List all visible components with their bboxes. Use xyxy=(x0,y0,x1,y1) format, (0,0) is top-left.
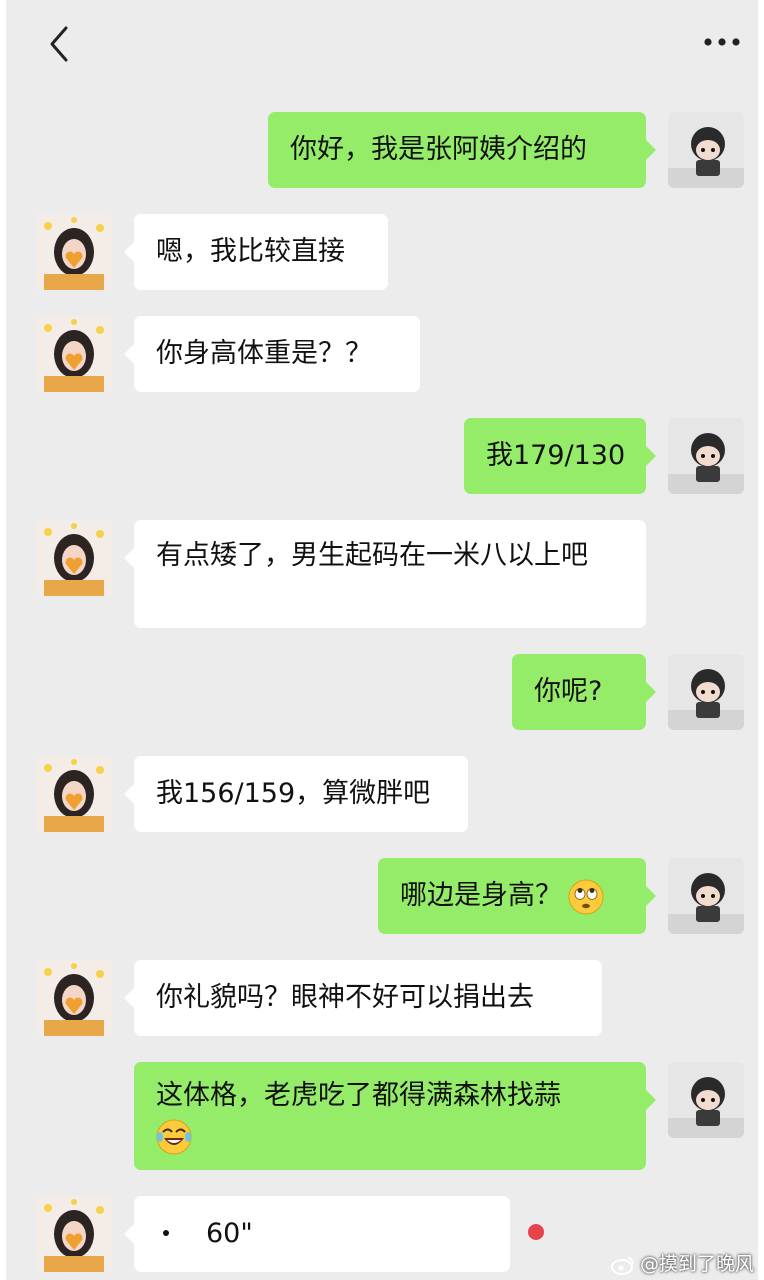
eye-roll-emoji-icon xyxy=(568,879,604,915)
voice-message[interactable]: 60" xyxy=(124,1196,510,1272)
outgoing-message[interactable]: 我179/130 xyxy=(464,418,656,494)
incoming-message[interactable]: 嗯，我比较直接 xyxy=(124,214,388,290)
my-avatar[interactable] xyxy=(668,858,744,934)
voice-wave-icon xyxy=(156,1215,206,1255)
message-text: 哪边是身高？ xyxy=(400,880,562,911)
incoming-message[interactable]: 你礼貌吗？眼神不好可以捐出去 xyxy=(124,960,602,1036)
outgoing-message[interactable]: 你呢? xyxy=(512,654,656,730)
my-avatar[interactable] xyxy=(668,654,744,730)
outgoing-message[interactable]: 你好，我是张阿姨介绍的 xyxy=(268,112,656,188)
contact-avatar[interactable] xyxy=(36,214,112,290)
incoming-message[interactable]: 有点矮了，男生起码在一米八以上吧 xyxy=(124,520,646,628)
weibo-logo-icon xyxy=(610,1255,636,1275)
my-avatar[interactable] xyxy=(668,1062,744,1138)
message-text: 这体格，老虎吃了都得满森林找蒜 xyxy=(156,1080,561,1111)
incoming-message[interactable]: 我156/159，算微胖吧 xyxy=(124,756,468,832)
chat-screen: 你好，我是张阿姨介绍的 嗯，我比较直接 你身高体重是？？ 我179/130 有点… xyxy=(6,0,758,1280)
more-options-icon[interactable] xyxy=(702,30,742,54)
watermark-text: @摸到了晚风 xyxy=(639,1253,754,1275)
unread-dot xyxy=(528,1224,544,1240)
contact-avatar[interactable] xyxy=(36,520,112,596)
outgoing-message[interactable]: 这体格，老虎吃了都得满森林找蒜 xyxy=(134,1062,656,1170)
contact-avatar[interactable] xyxy=(36,960,112,1036)
contact-avatar[interactable] xyxy=(36,1196,112,1272)
my-avatar[interactable] xyxy=(668,418,744,494)
contact-avatar[interactable] xyxy=(36,316,112,392)
voice-duration: 60" xyxy=(206,1218,253,1249)
contact-avatar[interactable] xyxy=(36,756,112,832)
watermark: @摸到了晚风 xyxy=(610,1249,754,1276)
outgoing-message[interactable]: 哪边是身高？ xyxy=(378,858,656,934)
my-avatar[interactable] xyxy=(668,112,744,188)
back-chevron-icon[interactable] xyxy=(44,24,76,64)
incoming-message[interactable]: 你身高体重是？？ xyxy=(124,316,420,392)
laugh-cry-emoji-icon xyxy=(156,1119,192,1155)
